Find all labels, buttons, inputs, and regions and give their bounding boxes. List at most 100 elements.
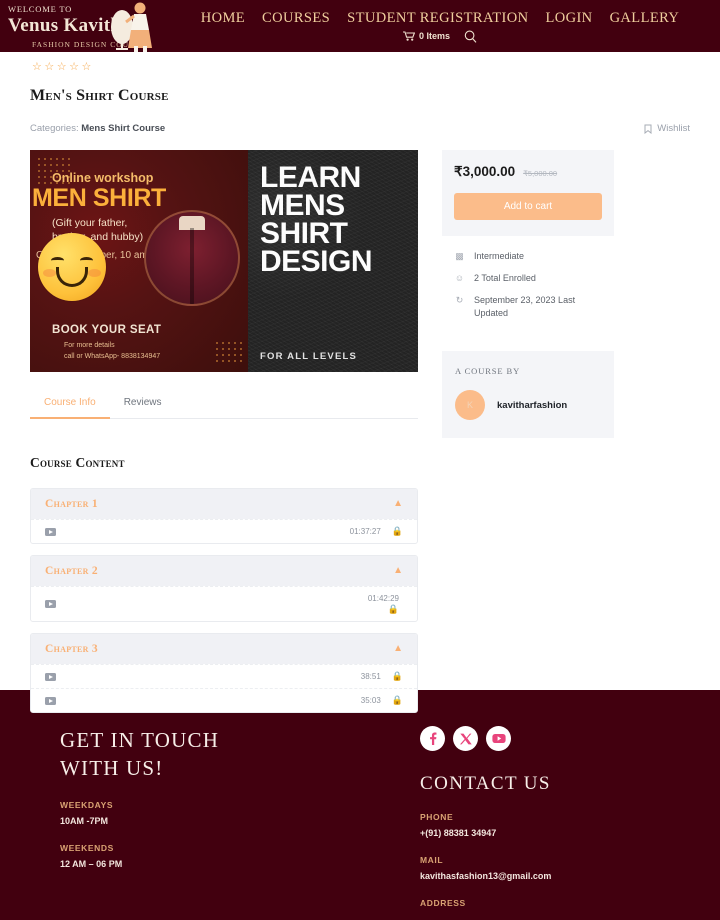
video-icon xyxy=(45,696,56,705)
main-navigation: Home Courses Student Registration Login … xyxy=(172,10,720,43)
refresh-icon: ↻ xyxy=(455,295,464,306)
chevron-up-icon[interactable]: ▲ xyxy=(393,644,403,654)
dressmaker-logo-icon xyxy=(111,2,152,52)
lesson-row[interactable]: 35:03 🔒 xyxy=(31,688,417,712)
site-header: Welcome to Venus Kavitha Fashion Design … xyxy=(0,0,720,52)
wishlist-button[interactable]: Wishlist xyxy=(644,123,690,134)
course-facts: ▩ Intermediate ☺ 2 Total Enrolled ↻ Sept… xyxy=(442,236,614,347)
weekends-value: 12 AM – 06 PM xyxy=(60,858,123,869)
banner-left-panel: Online workshop MEN SHIRT (Gift your fat… xyxy=(30,150,248,372)
chapter-title: Chapter 1 xyxy=(45,498,98,510)
lesson-row[interactable]: 01:37:27 🔒 xyxy=(31,519,417,543)
nav-item-courses[interactable]: Courses xyxy=(262,10,330,27)
footer-right-column: CONTACT US PHONE +(91) 88381 34947 MAIL … xyxy=(390,726,660,920)
facebook-icon[interactable] xyxy=(420,726,445,751)
chapter-title: Chapter 2 xyxy=(45,565,98,577)
section-title-course-content: Course Content xyxy=(30,455,125,470)
contact-heading: CONTACT US xyxy=(420,773,551,794)
level-bars-icon: ▩ xyxy=(455,251,464,261)
search-icon[interactable] xyxy=(464,30,477,43)
course-rating: ☆ ☆ ☆ ☆ ☆ xyxy=(30,62,690,75)
nav-item-student-registration[interactable]: Student Registration xyxy=(347,10,528,27)
lesson-duration: 01:37:27 xyxy=(349,527,381,536)
fact-level: ▩ Intermediate xyxy=(454,250,602,263)
chapter-list: Chapter 1 ▲ 01:37:27 🔒 Chapter 2 ▲ 01:42… xyxy=(30,488,418,713)
shopping-cart-icon xyxy=(402,31,415,41)
banner-men-shirt: MEN SHIRT xyxy=(32,184,166,212)
fact-updated-text: September 23, 2023 Last Updated xyxy=(474,295,576,319)
users-enrolled-icon: ☺ xyxy=(454,273,465,284)
cart-button[interactable]: 0 Items xyxy=(402,31,451,41)
x-twitter-icon[interactable] xyxy=(453,726,478,751)
star-icon: ☆ xyxy=(69,61,79,73)
brand-logo[interactable]: Welcome to Venus Kavitha Fashion Design … xyxy=(0,0,172,52)
weekends-label: WEEKENDS xyxy=(60,842,114,853)
fact-updated: ↻ September 23, 2023 Last Updated xyxy=(454,294,602,320)
phone-value[interactable]: +(91) 88381 34947 xyxy=(420,828,660,838)
page-title: Men's Shirt Course xyxy=(30,87,169,104)
lesson-row[interactable]: 38:51 🔒 xyxy=(31,664,417,688)
bookmark-icon xyxy=(644,124,652,134)
dot-pattern-decoration xyxy=(214,340,244,366)
chevron-up-icon[interactable]: ▲ xyxy=(393,499,403,509)
video-icon xyxy=(45,527,56,536)
chevron-up-icon[interactable]: ▲ xyxy=(393,566,403,576)
categories-label: Categories: xyxy=(30,123,79,134)
fact-enrolled: ☺ 2 Total Enrolled xyxy=(454,272,602,285)
banner-more-details: For more details call or WhatsApp- 88381… xyxy=(64,342,161,360)
chapter-3: Chapter 3 ▲ 38:51 🔒 35:03 🔒 xyxy=(30,633,418,713)
banner-headline: LEARN MENS SHIRT DESIGN xyxy=(260,161,373,278)
star-icon: ☆ xyxy=(56,61,67,73)
mail-label: MAIL xyxy=(420,855,444,865)
star-icon: ☆ xyxy=(44,61,55,73)
chapter-title: Chapter 3 xyxy=(45,643,98,655)
video-icon xyxy=(45,672,56,681)
sidebar-column: ₹3,000.00 ₹5,000.00 Add to cart ▩ Interm… xyxy=(442,150,614,439)
mail-value[interactable]: kavithasfashion13@gmail.com xyxy=(420,871,660,881)
star-icon: ☆ xyxy=(81,61,92,73)
add-to-cart-button[interactable]: Add to cart xyxy=(454,193,602,220)
youtube-icon[interactable] xyxy=(486,726,511,751)
video-icon xyxy=(45,600,56,608)
smiling-face-emoji-icon xyxy=(38,233,106,301)
banner-book-seat: BOOK YOUR SEAT xyxy=(52,324,162,336)
fact-enrolled-text: 2 Total Enrolled xyxy=(474,273,536,284)
site-footer: GET IN TOUCH WITH US! WEEKDAYS 10AM -7PM… xyxy=(0,690,720,920)
chapter-header[interactable]: Chapter 3 ▲ xyxy=(31,634,417,664)
lock-icon: 🔒 xyxy=(391,671,403,681)
chapter-header[interactable]: Chapter 2 ▲ xyxy=(31,556,417,586)
categories: Categories: Mens Shirt Course xyxy=(30,123,165,134)
chapter-2: Chapter 2 ▲ 01:42:29 🔒 xyxy=(30,555,418,622)
banner-right-panel: LEARN MENS SHIRT DESIGN FOR ALL LEVELS xyxy=(248,150,418,372)
lesson-duration: 38:51 xyxy=(360,672,381,681)
lock-icon: 🔒 xyxy=(387,604,399,614)
tab-course-info[interactable]: Course Info xyxy=(30,389,110,419)
author-name[interactable]: kavitharfashion xyxy=(497,400,567,411)
nav-item-gallery[interactable]: Gallery xyxy=(610,10,680,27)
phone-label: PHONE xyxy=(420,812,454,822)
lesson-row[interactable]: 01:42:29 🔒 xyxy=(31,586,417,621)
cart-count-label: 0 Items xyxy=(418,31,451,41)
course-banner-image: Online workshop MEN SHIRT (Gift your fat… xyxy=(30,150,418,372)
author-card-label: A Course By xyxy=(455,366,521,377)
wishlist-label: Wishlist xyxy=(657,123,690,134)
nav-item-home[interactable]: Home xyxy=(201,10,245,27)
price-card: ₹3,000.00 ₹5,000.00 Add to cart xyxy=(442,150,614,236)
main-column: Online workshop MEN SHIRT (Gift your fat… xyxy=(30,150,418,724)
banner-subtext: FOR ALL LEVELS xyxy=(260,351,358,362)
star-icon: ☆ xyxy=(32,61,42,73)
chapter-header[interactable]: Chapter 1 ▲ xyxy=(31,489,417,519)
weekdays-value: 10AM -7PM xyxy=(60,815,109,826)
tab-reviews[interactable]: Reviews xyxy=(110,389,176,419)
lock-icon: 🔒 xyxy=(391,526,403,536)
category-link[interactable]: Mens Shirt Course xyxy=(81,123,165,134)
course-meta-row: Categories: Mens Shirt Course Wishlist xyxy=(30,123,690,134)
social-links xyxy=(420,726,660,751)
avatar: K xyxy=(455,390,485,421)
lesson-duration: 01:42:29 xyxy=(367,594,399,603)
page-body: ☆ ☆ ☆ ☆ ☆ Men's Shirt Course Categories:… xyxy=(0,52,720,713)
address-label: ADDRESS xyxy=(420,898,466,908)
nav-item-login[interactable]: Login xyxy=(545,10,592,27)
banner-online-workshop: Online workshop xyxy=(52,171,154,185)
footer-heading: GET IN TOUCH WITH US! xyxy=(60,728,220,781)
